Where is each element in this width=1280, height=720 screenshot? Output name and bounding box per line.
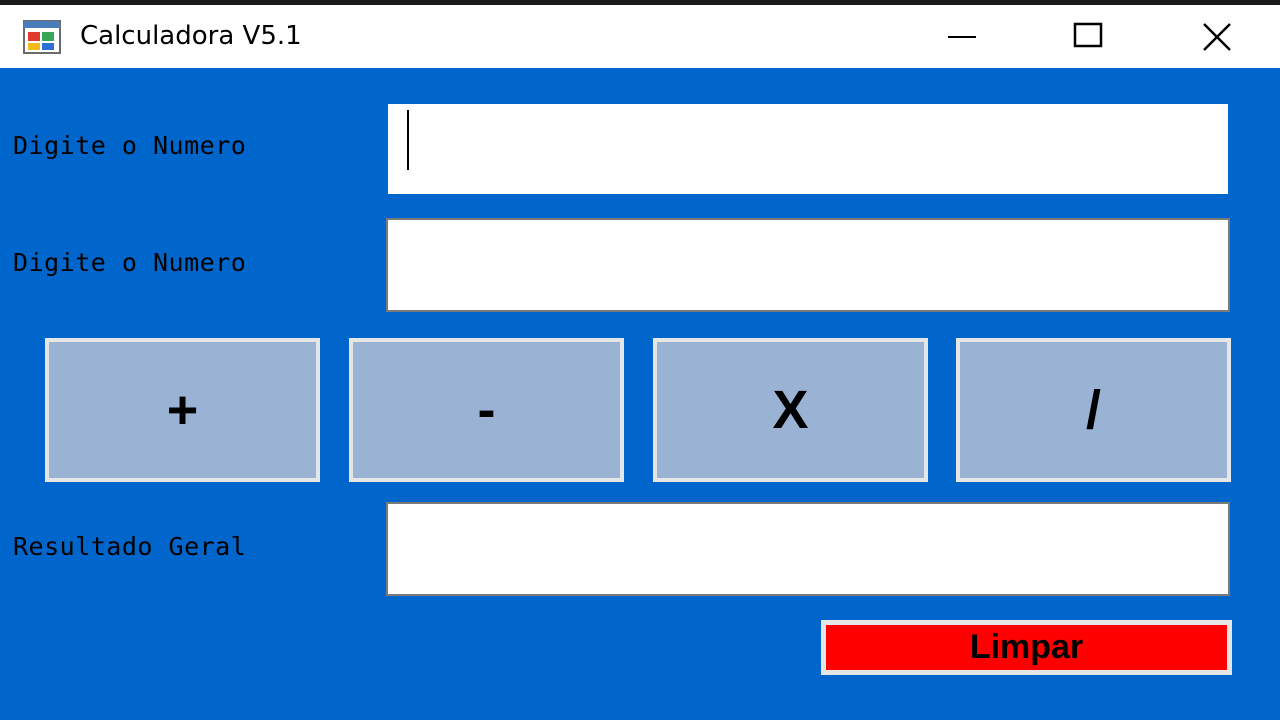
result-label: Resultado Geral [13, 532, 247, 561]
subtract-button[interactable]: - [349, 338, 624, 482]
maximize-icon [1073, 22, 1103, 47]
first-number-label: Digite o Numero [13, 131, 247, 160]
close-icon [1203, 22, 1231, 51]
result-field[interactable] [386, 502, 1230, 596]
divide-button[interactable]: / [956, 338, 1231, 482]
window-title: Calculadora V5.1 [80, 21, 302, 51]
windows-form-icon [23, 20, 61, 54]
second-number-label: Digite o Numero [13, 248, 247, 277]
multiply-button[interactable]: X [653, 338, 928, 482]
minimize-button[interactable] [902, 5, 1022, 68]
calculator-window: Calculadora V5.1 Digite o Numero Digite … [0, 0, 1280, 720]
minimize-icon [948, 35, 976, 38]
clear-button[interactable]: Limpar [821, 620, 1232, 675]
second-number-input[interactable] [386, 218, 1230, 312]
add-button[interactable]: + [45, 338, 320, 482]
close-button[interactable] [1157, 5, 1277, 68]
title-bar[interactable]: Calculadora V5.1 [0, 5, 1280, 68]
first-number-input[interactable] [386, 102, 1230, 196]
maximize-button[interactable] [1028, 5, 1148, 68]
text-caret [407, 110, 409, 170]
